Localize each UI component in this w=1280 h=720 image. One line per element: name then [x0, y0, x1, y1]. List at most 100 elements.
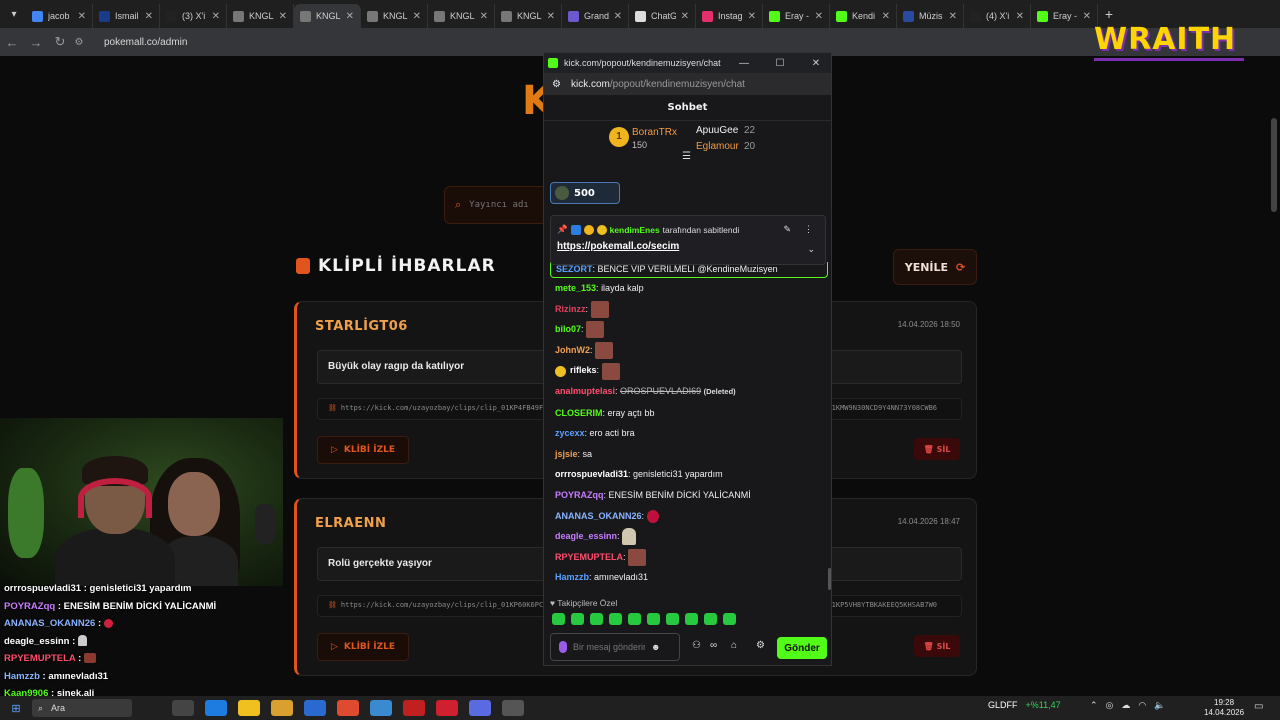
- site-info-icon[interactable]: ⚙: [72, 37, 86, 48]
- forward-icon[interactable]: →: [24, 35, 48, 50]
- leader-first-name[interactable]: BoranTRx: [632, 127, 677, 138]
- channel-points[interactable]: 500: [550, 182, 620, 204]
- browser-tab[interactable]: KNGL ✕: [294, 4, 361, 28]
- emote-icon[interactable]: [723, 613, 736, 625]
- clock[interactable]: 19:28 14.04.2026: [1204, 698, 1244, 718]
- browser-tab[interactable]: KNGL ✕: [428, 4, 495, 28]
- url-field[interactable]: pokemall.co/admin: [104, 37, 187, 48]
- chat-scrollbar[interactable]: [828, 568, 831, 590]
- tab-close-icon[interactable]: ✕: [413, 11, 421, 22]
- browser-tab[interactable]: (4) X'i ✕: [964, 4, 1031, 28]
- pinned-message[interactable]: 📌 kendimEnes tarafından sabitlendi https…: [550, 215, 826, 265]
- task-view-icon[interactable]: [172, 700, 194, 716]
- microphone-icon[interactable]: [559, 641, 567, 653]
- tab-close-icon[interactable]: ✕: [346, 11, 354, 22]
- users-icon[interactable]: ⚇: [692, 640, 701, 651]
- refresh-button[interactable]: YENİLE ⟳: [893, 249, 977, 285]
- more-options-icon[interactable]: ⋮: [804, 224, 813, 235]
- network-icon[interactable]: ☁: [1121, 700, 1130, 711]
- emote-icon[interactable]: [685, 613, 698, 625]
- new-tab-button[interactable]: +: [1098, 6, 1120, 22]
- browser-tab[interactable]: KNGL ✕: [227, 4, 294, 28]
- browser-tab[interactable]: Instag ✕: [696, 4, 763, 28]
- delete-button[interactable]: 🗑 SİL: [914, 438, 960, 460]
- pinned-link[interactable]: https://pokemall.co/secim: [557, 241, 679, 252]
- tab-close-icon[interactable]: ✕: [480, 11, 488, 22]
- popout-url-bar[interactable]: ⚙ kick.com/popout/kendinemuzisyen/chat: [544, 73, 831, 95]
- chat-username[interactable]: deagle_essinn: [555, 531, 617, 541]
- reload-icon[interactable]: ↻: [48, 34, 72, 50]
- collapse-icon[interactable]: ☰: [682, 151, 691, 162]
- emote-icon[interactable]: [571, 613, 584, 625]
- chat-username[interactable]: bilo07: [555, 324, 581, 334]
- tab-close-icon[interactable]: ✕: [145, 11, 153, 22]
- edge-icon[interactable]: [205, 700, 227, 716]
- pinned-by-user[interactable]: kendimEnes: [610, 225, 660, 235]
- leader-third-name[interactable]: Eglamour: [696, 141, 739, 152]
- chat-username[interactable]: zycexx: [555, 428, 585, 438]
- store-icon[interactable]: ⌂: [731, 640, 737, 651]
- notification-icon[interactable]: ▭: [1254, 701, 1263, 712]
- emote-icon[interactable]: [704, 613, 717, 625]
- unpin-icon[interactable]: ✎: [783, 224, 791, 235]
- tab-close-icon[interactable]: ✕: [279, 11, 287, 22]
- tab-close-icon[interactable]: ✕: [547, 11, 555, 22]
- chat-username[interactable]: mete_153: [555, 283, 596, 293]
- tab-close-icon[interactable]: ✕: [815, 11, 823, 22]
- browser-tab[interactable]: Eray - ✕: [763, 4, 830, 28]
- emote-icon[interactable]: [552, 613, 565, 625]
- back-icon[interactable]: ←: [0, 35, 24, 50]
- stock-ticker[interactable]: GLDFF +%11,47: [988, 700, 1061, 710]
- browser-tab[interactable]: jacob ✕: [26, 4, 93, 28]
- chat-username[interactable]: POYRAZqq: [555, 490, 604, 500]
- delete-button[interactable]: 🗑 SİL: [914, 635, 960, 657]
- search-input[interactable]: [469, 200, 550, 210]
- browser-tab[interactable]: KNGL ✕: [495, 4, 562, 28]
- chrome-icon[interactable]: [337, 700, 359, 716]
- wifi-icon[interactable]: ◠: [1138, 700, 1146, 711]
- emote-icon[interactable]: [647, 613, 660, 625]
- tab-close-icon[interactable]: ✕: [681, 11, 689, 22]
- chevron-up-icon[interactable]: ⌃: [1090, 700, 1098, 711]
- tab-close-icon[interactable]: ✕: [748, 11, 756, 22]
- browser-tab[interactable]: ChatG ✕: [629, 4, 696, 28]
- chat-username[interactable]: Rizinzz: [555, 304, 586, 314]
- browser-tab[interactable]: Ismail ✕: [93, 4, 160, 28]
- tab-close-icon[interactable]: ✕: [1083, 11, 1091, 22]
- file-explorer-icon[interactable]: [271, 700, 293, 716]
- tab-close-icon[interactable]: ✕: [949, 11, 957, 22]
- browser-tab[interactable]: KNGL ✕: [361, 4, 428, 28]
- chat-username[interactable]: ANANAS_OKANN26: [555, 511, 642, 521]
- volume-icon[interactable]: 🔈: [1154, 700, 1165, 711]
- tab-close-icon[interactable]: ✕: [78, 11, 86, 22]
- close-icon[interactable]: ✕: [801, 58, 831, 69]
- emote-icon[interactable]: [628, 613, 641, 625]
- chat-username[interactable]: CLOSERIM: [555, 408, 603, 418]
- tab-close-icon[interactable]: ✕: [212, 11, 220, 22]
- emote-icon[interactable]: [590, 613, 603, 625]
- watch-clip-button[interactable]: ▷ KLİBİ İZLE: [317, 436, 409, 464]
- settings-icon[interactable]: ⚙: [756, 640, 765, 651]
- start-icon[interactable]: ⊞: [0, 702, 32, 715]
- browser-tab[interactable]: (3) X'i ✕: [160, 4, 227, 28]
- emoji-icon[interactable]: ☻: [651, 642, 660, 652]
- page-scrollbar[interactable]: [1271, 118, 1277, 212]
- chat-input-box[interactable]: ☻: [550, 633, 680, 661]
- tab-search-icon[interactable]: ▾: [2, 3, 26, 25]
- discord-icon[interactable]: [469, 700, 491, 716]
- chat-username[interactable]: Hamzzb: [555, 572, 589, 582]
- site-info-icon[interactable]: ⚙: [552, 79, 561, 90]
- infinity-icon[interactable]: ∞: [710, 640, 717, 651]
- browser-tab[interactable]: Eray - ✕: [1031, 4, 1098, 28]
- steam-icon[interactable]: ◎: [1106, 700, 1114, 711]
- taskbar-search[interactable]: ⌕ Ara: [32, 699, 132, 717]
- browser-tab[interactable]: Kendi ✕: [830, 4, 897, 28]
- mail-icon[interactable]: [304, 700, 326, 716]
- chat-username[interactable]: JohnW2: [555, 345, 590, 355]
- browser-tab[interactable]: Grand ✕: [562, 4, 629, 28]
- send-button[interactable]: Gönder: [777, 637, 827, 659]
- chevron-down-icon[interactable]: ⌄: [807, 244, 815, 255]
- chat-username[interactable]: SEZORT: [556, 264, 593, 274]
- notepad-icon[interactable]: [370, 700, 392, 716]
- chat-username[interactable]: jsjsie: [555, 449, 578, 459]
